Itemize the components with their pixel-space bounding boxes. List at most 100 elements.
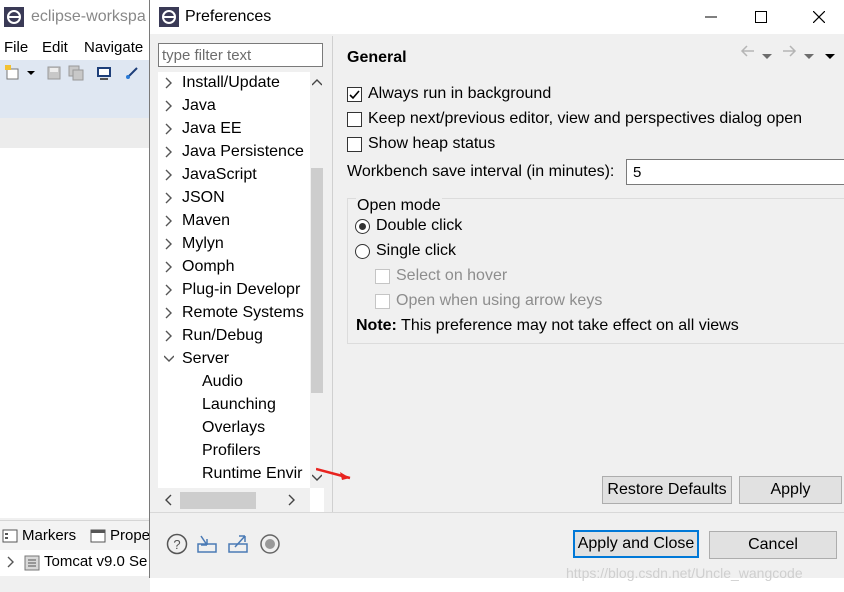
vertical-scroll-thumb[interactable] — [311, 168, 323, 393]
tree-item-javascript[interactable]: JavaScript — [158, 164, 308, 187]
chevron-right-icon — [165, 77, 172, 89]
checkbox-box — [375, 268, 390, 284]
tab-properties[interactable]: Prope — [90, 527, 150, 544]
background-bottom-tabs: Markers Prope — [0, 520, 150, 550]
tree-item-label: Overlays — [202, 419, 266, 436]
single-click-radio[interactable]: Single click — [355, 240, 456, 262]
open-mode-note: Note: This preference may not take effec… — [356, 317, 739, 335]
apply-button[interactable]: Apply — [739, 476, 842, 504]
back-arrow-icon[interactable] — [739, 44, 755, 62]
save-all-icon[interactable] — [68, 65, 84, 81]
maximize-button[interactable] — [738, 0, 784, 34]
server-tree-row[interactable]: Tomcat v9.0 Se — [0, 550, 150, 576]
filter-input[interactable] — [158, 43, 323, 67]
minimize-button[interactable] — [688, 0, 734, 34]
tree-item-overlays[interactable]: Overlays — [158, 417, 308, 440]
tab-properties-label: Prope — [110, 527, 151, 544]
footer-separator — [150, 512, 844, 513]
tree-item-server[interactable]: Server — [158, 348, 308, 371]
tree-item-label: Plug-in Developr — [182, 281, 301, 298]
debug-icon[interactable] — [124, 65, 140, 81]
tree-item-json[interactable]: JSON — [158, 187, 308, 210]
background-toolbar — [0, 60, 150, 118]
tree-item-runtime-environments[interactable]: Runtime Envir — [158, 463, 308, 486]
chevron-down-icon — [164, 355, 174, 362]
record-icon[interactable] — [259, 533, 281, 555]
select-on-hover-checkbox: Select on hover — [375, 265, 507, 287]
checkbox-box[interactable] — [347, 136, 362, 152]
tree-item-remote-systems[interactable]: Remote Systems — [158, 302, 308, 325]
checkbox-label: Always run in background — [368, 85, 552, 102]
restore-defaults-button[interactable]: Restore Defaults — [602, 476, 732, 504]
radio-label: Single click — [376, 242, 457, 259]
tree-item-java[interactable]: Java — [158, 95, 308, 118]
chevron-right-icon — [165, 215, 172, 227]
open-mode-group: Open mode Double click Single click Sele… — [347, 197, 844, 344]
background-window-title: eclipse-workspa — [31, 8, 146, 25]
checkbox-label: Show heap status — [368, 135, 496, 152]
chevron-right-icon[interactable] — [6, 555, 16, 573]
panel-divider[interactable] — [332, 36, 333, 512]
checkbox-box[interactable] — [347, 111, 362, 127]
help-icon[interactable]: ? — [166, 533, 188, 555]
tab-markers-label: Markers — [22, 527, 77, 544]
eclipse-logo-icon — [159, 7, 179, 27]
radio-circle[interactable] — [355, 218, 370, 234]
view-menu-icon[interactable] — [825, 48, 835, 65]
forward-arrow-icon[interactable] — [782, 44, 798, 62]
tree-item-label: Run/Debug — [182, 327, 263, 344]
checkbox-box[interactable] — [347, 86, 362, 102]
menu-edit[interactable]: Edit — [42, 39, 68, 56]
tree-item-install-update[interactable]: Install/Update — [158, 72, 308, 95]
open-arrow-keys-checkbox: Open when using arrow keys — [375, 290, 602, 312]
watermark-text: https://blog.csdn.net/Uncle_wangcode — [566, 565, 803, 581]
show-heap-status-checkbox[interactable]: Show heap status — [347, 133, 495, 155]
save-icon[interactable] — [46, 65, 62, 81]
chevron-down-icon[interactable] — [26, 65, 42, 81]
tree-item-label: JavaScript — [182, 166, 257, 183]
close-button[interactable] — [796, 0, 842, 34]
new-icon[interactable] — [5, 65, 21, 81]
export-icon[interactable] — [227, 533, 249, 555]
scroll-right-icon[interactable] — [285, 492, 299, 508]
double-click-radio[interactable]: Double click — [355, 215, 462, 237]
tree-item-mylyn[interactable]: Mylyn — [158, 233, 308, 256]
apply-and-close-button[interactable]: Apply and Close — [573, 530, 699, 558]
save-interval-input[interactable] — [626, 159, 844, 185]
menu-file[interactable]: File — [4, 39, 28, 56]
tree-item-label: Java Persistence — [182, 143, 304, 160]
scroll-up-icon[interactable] — [310, 74, 324, 90]
tree-item-maven[interactable]: Maven — [158, 210, 308, 233]
tree-item-launching[interactable]: Launching — [158, 394, 308, 417]
cancel-button[interactable]: Cancel — [709, 531, 837, 559]
tree-item-java-ee[interactable]: Java EE — [158, 118, 308, 141]
page-header: General — [334, 36, 844, 76]
import-icon[interactable] — [196, 533, 218, 555]
tree-item-label: Remote Systems — [182, 304, 304, 321]
forward-menu-chevron-icon[interactable] — [804, 48, 814, 65]
tree-item-label: Maven — [182, 212, 231, 229]
tab-markers[interactable]: Markers — [2, 527, 76, 544]
tree-vertical-scrollbar[interactable] — [310, 72, 324, 488]
background-editor-tabstrip — [0, 118, 150, 148]
chevron-right-icon — [165, 123, 172, 135]
tree-horizontal-scrollbar[interactable] — [158, 488, 310, 512]
radio-circle[interactable] — [355, 243, 370, 259]
chevron-right-icon — [165, 192, 172, 204]
keep-editor-dialog-open-checkbox[interactable]: Keep next/previous editor, view and pers… — [347, 108, 802, 130]
tree-item-plugin-development[interactable]: Plug-in Developr — [158, 279, 308, 302]
tree-item-oomph[interactable]: Oomph — [158, 256, 308, 279]
scroll-left-icon[interactable] — [161, 492, 175, 508]
horizontal-scroll-thumb[interactable] — [180, 492, 256, 509]
terminal-icon[interactable] — [96, 65, 112, 81]
checkmark-icon — [349, 89, 360, 99]
menu-navigate[interactable]: Navigate — [84, 39, 143, 56]
tree-item-java-persistence[interactable]: Java Persistence — [158, 141, 308, 164]
tree-item-profilers[interactable]: Profilers — [158, 440, 308, 463]
tree-item-run-debug[interactable]: Run/Debug — [158, 325, 308, 348]
tree-item-audio[interactable]: Audio — [158, 371, 308, 394]
radio-selected-dot — [359, 222, 366, 230]
back-menu-chevron-icon[interactable] — [762, 48, 772, 65]
always-run-background-checkbox[interactable]: Always run in background — [347, 83, 551, 105]
preferences-dialog: Preferences Install/Update Java Java EE … — [149, 0, 844, 578]
